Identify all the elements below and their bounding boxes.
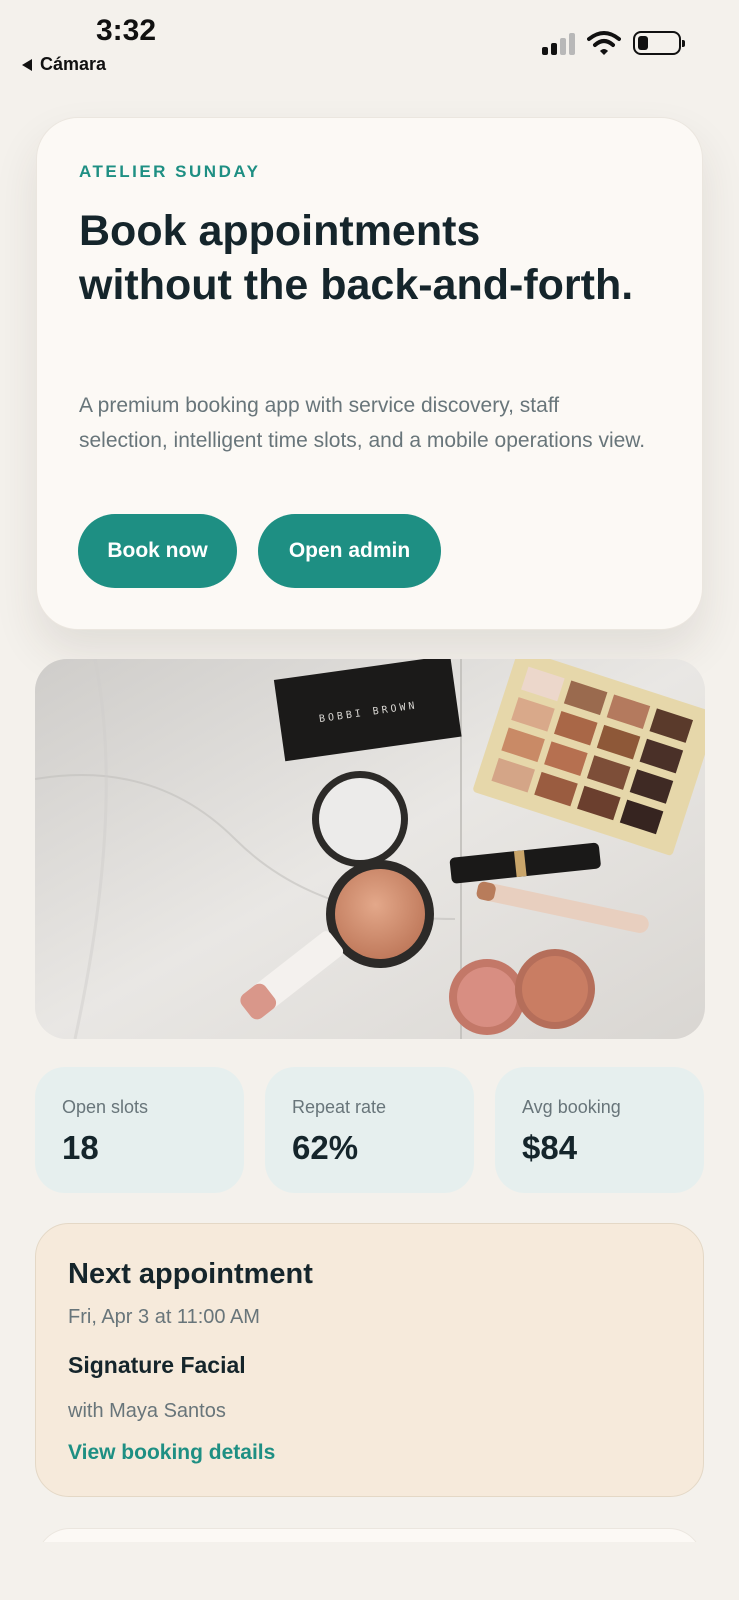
stat-label: Open slots xyxy=(62,1097,149,1117)
stat-value: 62% xyxy=(292,1129,359,1166)
stat-value: $84 xyxy=(522,1129,578,1166)
back-triangle-icon xyxy=(22,58,32,71)
wifi-icon xyxy=(587,31,621,55)
hero-headline: Book appointments without the back-and-f… xyxy=(79,207,634,309)
stat-card-repeat-rate: Repeat rate 62% xyxy=(265,1067,474,1193)
stat-label: Repeat rate xyxy=(292,1097,387,1117)
next-appointment-card: Next appointment Fri, Apr 3 at 11:00 AM … xyxy=(35,1223,704,1497)
back-to-app-button[interactable]: Cámara xyxy=(22,54,106,75)
stat-label: Avg booking xyxy=(522,1097,621,1117)
status-icons xyxy=(542,30,685,56)
status-time: 3:32 xyxy=(96,14,157,47)
cellular-signal-icon xyxy=(542,31,575,55)
appointment-staff: with Maya Santos xyxy=(68,1400,226,1422)
stat-card-open-slots: Open slots 18 xyxy=(35,1067,244,1193)
stat-card-avg-booking: Avg booking $84 xyxy=(495,1067,704,1193)
brand-label: ATELIER SUNDAY xyxy=(79,162,261,181)
appointment-date: Fri, Apr 3 at 11:00 AM xyxy=(68,1306,260,1328)
status-bar: 3:32 Cámara xyxy=(0,0,739,82)
hero-description: A premium booking app with service disco… xyxy=(79,394,646,452)
stat-value: 18 xyxy=(62,1129,99,1166)
appointment-service: Signature Facial xyxy=(68,1352,246,1378)
back-app-label: Cámara xyxy=(40,54,107,74)
battery-icon xyxy=(633,31,685,55)
makeup-products-photo: BOBBI BROWN xyxy=(35,659,705,1039)
next-appointment-title: Next appointment xyxy=(68,1258,313,1290)
hero-card: ATELIER SUNDAY Book appointments without… xyxy=(36,117,703,630)
view-booking-details-link[interactable]: View booking details xyxy=(68,1441,275,1465)
book-now-button[interactable]: Book now xyxy=(78,514,237,588)
open-admin-button[interactable]: Open admin xyxy=(258,514,441,588)
